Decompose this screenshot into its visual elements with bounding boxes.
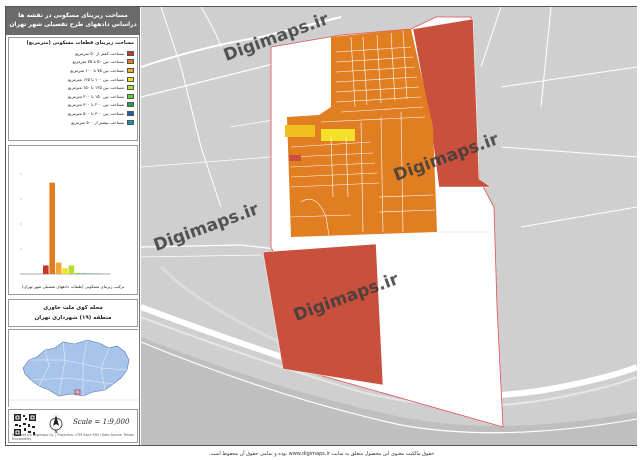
map-title-line1: مساحت زیربنای مسکونی در نقشه ها	[18, 12, 128, 19]
chart-bar	[55, 262, 62, 274]
legend-item: مساحت بین ۲۰۰ تا ۳۰۰ مترمربع	[12, 101, 134, 110]
legend-label: مساحت بین ۳۰۰ تا ۵۰۰ مترمربع	[68, 110, 124, 116]
parcel-red-small	[289, 155, 301, 161]
map-footer-box: N Scale = 1:9,000 Prepared by: Digimaps …	[8, 409, 138, 443]
legend-item: مساحت بین ۵۰ تا ۷۵ مترمربع	[12, 58, 134, 67]
parcel-yellow-2	[321, 129, 355, 141]
legend: مساحت زیربنای قطعات مسکونی (مترمربع) مسا…	[8, 37, 138, 141]
legend-swatch	[127, 59, 134, 65]
district-label: محله کوی ملت خاوری منطقه (۱۹) شهرداری ته…	[8, 299, 138, 327]
map-title: مساحت زیربنای مسکونی در نقشه ها دراساس د…	[6, 7, 140, 35]
north-arrow-icon: N	[49, 415, 63, 434]
chart-bar	[81, 273, 87, 274]
map-scale: Scale = 1:9,000	[73, 418, 130, 426]
inset-locator-map	[8, 329, 139, 408]
copyright-footer: حقوق مالکیت معنوی این محصول متعلق به سای…	[208, 451, 435, 457]
legend-item: مساحت کمتر از ۵۰ مترمربع	[12, 49, 134, 58]
legend-item: مساحت بین ۳۰۰ تا ۵۰۰ مترمربع	[12, 109, 134, 118]
legend-label: مساحت بین ۷۵ تا ۱۰۰ مترمربع	[70, 67, 124, 73]
legend-label: مساحت بین ۱۲۵ تا ۱۵۰ مترمربع	[68, 85, 124, 91]
legend-label: مساحت بین ۵۰ تا ۷۵ مترمربع	[72, 59, 124, 65]
map-sidebar: مساحت زیربنای مسکونی در نقشه ها دراساس د…	[6, 7, 140, 445]
district-name: محله کوی ملت خاوری	[43, 305, 103, 311]
legend-label: مساحت بین ۱۵۰ تا ۲۰۰ مترمربع	[68, 93, 124, 99]
area-chart: ترکیب زیربنای مسکونی (طبقات دادههای تفصی…	[8, 145, 138, 295]
legend-swatch	[127, 76, 134, 82]
map-title-line2: دراساس دادههای طرح تفصیلی شهر تهران	[9, 21, 137, 28]
legend-item: مساحت بین ۷۵ تا ۱۰۰ مترمربع	[12, 66, 134, 75]
legend-swatch	[127, 50, 134, 56]
legend-label: مساحت بین ۲۰۰ تا ۳۰۰ مترمربع	[68, 102, 124, 108]
chart-bar	[49, 182, 55, 274]
legend-swatch	[127, 119, 134, 125]
legend-item: مساحت بین ۱۰۰ تا ۱۲۵ مترمربع	[12, 75, 134, 84]
chart-bar	[62, 268, 68, 274]
legend-swatch	[127, 85, 134, 91]
legend-title: مساحت زیربنای قطعات مسکونی (مترمربع)	[26, 40, 134, 46]
main-map[interactable]: Digimaps.ir Digimaps.ir Digimaps.ir Digi…	[141, 7, 637, 445]
district-region: منطقه (۱۹) شهرداری تهران	[34, 315, 112, 321]
legend-swatch	[127, 110, 134, 116]
legend-items: مساحت کمتر از ۵۰ مترمربع مساحت بین ۵۰ تا …	[12, 49, 134, 126]
parcel-yellow-1	[285, 125, 315, 137]
area-chart-svg	[20, 173, 111, 275]
map-credit: Prepared by: Digimaps Co. | Projection: …	[12, 433, 135, 441]
legend-item: مساحت بین ۱۵۰ تا ۲۰۰ مترمربع	[12, 92, 134, 101]
legend-item: مساحت بین ۱۲۵ تا ۱۵۰ مترمربع	[12, 83, 134, 92]
chart-bar	[75, 273, 81, 274]
legend-swatch	[127, 93, 134, 99]
legend-label: مساحت کمتر از ۵۰ مترمربع	[75, 50, 124, 56]
legend-label: مساحت بین ۱۰۰ تا ۱۲۵ مترمربع	[68, 76, 124, 82]
legend-swatch	[127, 102, 134, 108]
legend-item: مساحت بیشتر از ۵۰۰ مترمربع	[12, 118, 134, 127]
chart-caption: ترکیب زیربنای مسکونی (طبقات دادههای تفصی…	[21, 284, 125, 289]
legend-swatch	[127, 67, 134, 73]
chart-bar	[68, 265, 75, 274]
legend-label: مساحت بیشتر از ۵۰۰ مترمربع	[71, 119, 124, 125]
chart-bar	[43, 265, 49, 274]
inset-map-svg	[9, 330, 139, 408]
